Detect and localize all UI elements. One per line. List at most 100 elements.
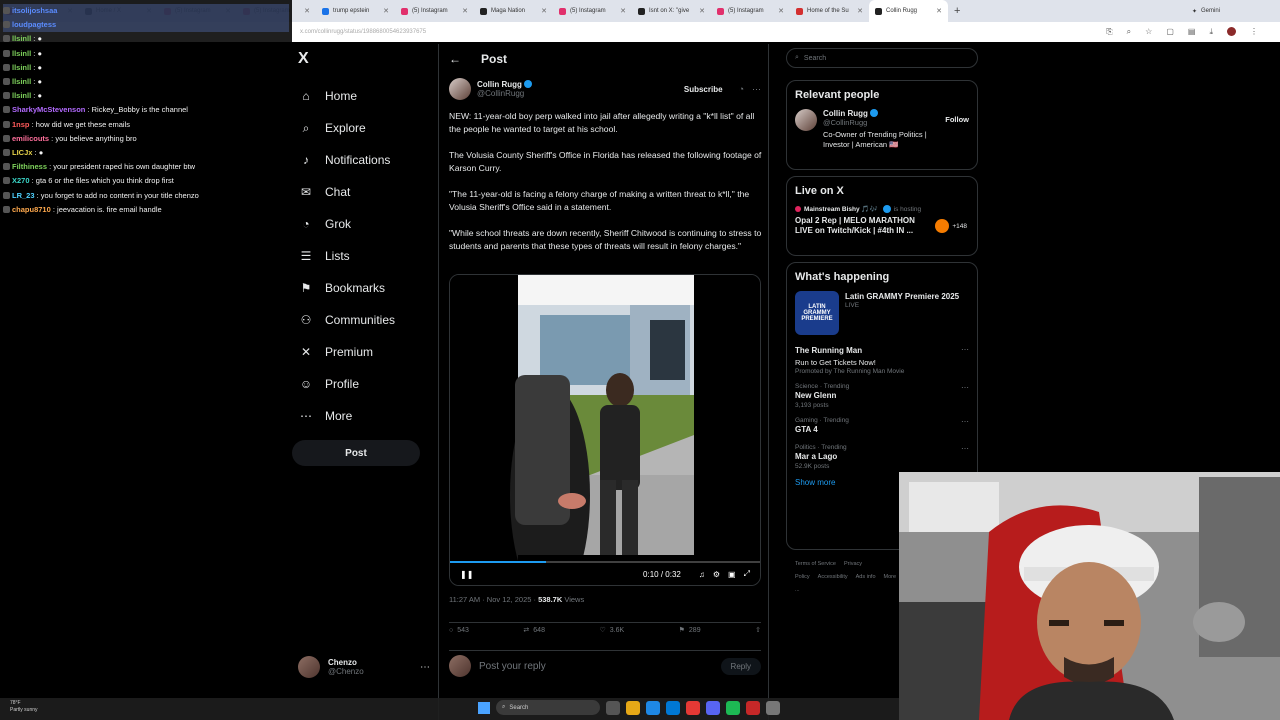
close-icon[interactable]: ✕ (699, 7, 705, 15)
close-icon[interactable]: ✕ (541, 7, 547, 15)
nav-item-lists[interactable]: ☰ Lists (298, 240, 395, 272)
post-timestamp[interactable]: 11:27 AM · Nov 12, 2025 · (449, 595, 538, 604)
chat-username[interactable]: llsinll (12, 49, 31, 58)
more-icon[interactable]: ⋯ (961, 345, 969, 354)
more-icon[interactable]: ⋯ (752, 84, 761, 95)
browser-tab[interactable]: (5) Instagram ✕ (711, 0, 790, 22)
reply-button[interactable]: Reply (720, 657, 761, 675)
grok-icon[interactable]: ◔ (739, 84, 744, 95)
close-icon[interactable]: ✕ (778, 7, 784, 15)
chat-username[interactable]: llsinll (12, 34, 31, 43)
chat-username[interactable]: itsolijoshsaa (12, 6, 57, 15)
extensions-icon[interactable]: ▢ (1166, 27, 1174, 37)
subscribe-button[interactable]: Subscribe (684, 85, 723, 94)
chat-username[interactable]: emilicouts (12, 134, 49, 143)
author-handle[interactable]: @CollinRugg (477, 89, 532, 98)
edge-icon[interactable] (666, 700, 680, 715)
nav-item-chat[interactable]: ✉ Chat (298, 176, 395, 208)
task-view-icon[interactable] (606, 700, 620, 715)
app-icon[interactable] (746, 700, 760, 715)
like-action[interactable]: ♡ 3.6K (599, 623, 624, 637)
trend-item[interactable]: Gaming · Trending GTA 4 ⋯ (795, 417, 969, 436)
more-icon[interactable]: ⋯ (420, 662, 430, 673)
browser-tab[interactable]: (5) Instagram ✕ (553, 0, 632, 22)
menu-icon[interactable]: ⋮ (1250, 27, 1258, 37)
close-icon[interactable]: ✕ (383, 7, 389, 15)
pause-icon[interactable]: ❚❚ (460, 570, 473, 579)
pip-icon[interactable]: ▣ (728, 570, 736, 579)
x-logo[interactable]: X (298, 50, 309, 68)
nav-item-explore[interactable]: ⌕ Explore (298, 112, 395, 144)
share-action[interactable]: ⇧ (755, 623, 761, 637)
relevant-handle[interactable]: @CollinRugg (823, 118, 939, 127)
footer-link[interactable]: Terms of Service (795, 561, 836, 567)
chat-username[interactable]: chapu8710 (12, 205, 51, 214)
chat-username[interactable]: Filthiness (12, 162, 47, 171)
footer-link[interactable]: Accessibility (818, 574, 848, 580)
nav-item-profile[interactable]: ☺ Profile (298, 368, 395, 400)
chat-username[interactable]: X270 (12, 176, 30, 185)
chat-username[interactable]: LICJx (12, 148, 32, 157)
browser-tab[interactable]: trump epstein ✕ (316, 0, 395, 22)
chat-username[interactable]: SharkyMcStevenson (12, 105, 85, 114)
close-icon[interactable]: ✕ (857, 7, 863, 15)
nav-item-communities[interactable]: ⚇ Communities (298, 304, 395, 336)
trend-item[interactable]: The Running Man Run to Get Tickets Now! Pr… (795, 345, 969, 375)
relevant-name[interactable]: Collin Rugg (823, 109, 939, 118)
install-icon[interactable]: ⎘ (1106, 27, 1112, 37)
nav-item-bookmarks[interactable]: ⚑ Bookmarks (298, 272, 395, 304)
fullscreen-icon[interactable]: ⤢ (744, 569, 750, 579)
browser-tab[interactable]: Home of the Su ✕ (790, 0, 869, 22)
settings-icon[interactable]: ⚙ (713, 570, 720, 579)
nav-item-premium[interactable]: ✕ Premium (298, 336, 395, 368)
chat-username[interactable]: LR_23 (12, 191, 35, 200)
back-icon[interactable]: ← (449, 52, 461, 66)
author-name[interactable]: Collin Rugg (477, 80, 532, 89)
browser-tab[interactable]: Maga Nation ✕ (474, 0, 553, 22)
post-button[interactable]: Post (292, 440, 420, 466)
nav-item-notifications[interactable]: ♪ Notifications (298, 144, 395, 176)
nav-item-home[interactable]: ⌂ Home (298, 80, 395, 112)
reply-action[interactable]: ○ 543 (449, 623, 469, 637)
taskbar-search[interactable]: ⌕ Search (496, 700, 600, 715)
weather-widget[interactable]: 78°F Partly sunny (10, 700, 38, 714)
chat-username[interactable]: loudpagtess (12, 20, 56, 29)
browser-tab[interactable]: Isnt on X: "give ✕ (632, 0, 711, 22)
new-tab-button[interactable]: + (948, 5, 966, 17)
author-avatar[interactable] (449, 78, 471, 100)
volume-icon[interactable]: ♫ (699, 570, 705, 579)
browser-tab[interactable]: (5) Instagram ✕ (395, 0, 474, 22)
close-icon[interactable]: ✕ (462, 7, 468, 15)
footer-link[interactable]: Ads info (856, 574, 876, 580)
profile-icon[interactable] (1227, 27, 1236, 36)
store-icon[interactable] (646, 700, 660, 715)
chat-username[interactable]: llsinll (12, 63, 31, 72)
zoom-icon[interactable]: ⌕ (1127, 27, 1131, 37)
discord-icon[interactable] (706, 700, 720, 715)
featured-trend[interactable]: LATIN GRAMMY PREMIERE Latin GRAMMY Premi… (795, 291, 969, 335)
account-switcher[interactable]: Chenzo @Chenzo ⋯ (298, 656, 430, 678)
avatar[interactable] (795, 109, 817, 131)
browser-tab[interactable]: Collin Rugg ✕ (869, 0, 948, 22)
windows-start-icon[interactable] (478, 701, 490, 714)
reply-input[interactable]: Post your reply (479, 661, 546, 672)
star-icon[interactable]: ☆ (1145, 27, 1152, 37)
app-icon[interactable] (766, 700, 780, 715)
live-host-line[interactable]: Mainstream Bishy 🎵🎶 is hosting (795, 205, 969, 213)
live-stream-title[interactable]: Opal 2 Rep | MELO MARATHON LIVE on Twitc… (795, 216, 925, 236)
chat-username[interactable]: llsinll (12, 91, 31, 100)
trend-item[interactable]: Politics · Trending Mar a Lago 52.9K posts… (795, 444, 969, 470)
nav-item-more[interactable]: ⋯ More (298, 400, 395, 432)
gemini-button[interactable]: ✦ Gemini (1192, 8, 1280, 15)
search-input[interactable]: ⌕ Search (786, 48, 978, 68)
video-player[interactable]: ❚❚ 0:10 / 0:32 ♫ ⚙ ▣ ⤢ (449, 274, 761, 586)
more-icon[interactable]: ⋯ (961, 417, 969, 426)
file-explorer-icon[interactable] (626, 700, 640, 715)
close-icon[interactable]: ✕ (936, 7, 942, 15)
spotify-icon[interactable] (726, 700, 740, 715)
chat-username[interactable]: 1nsp (12, 120, 30, 129)
sidebar-icon[interactable]: ▤ (1188, 27, 1196, 37)
url-text[interactable]: x.com/collinrugg/status/1988680054623937… (300, 29, 426, 35)
close-icon[interactable]: ✕ (620, 7, 626, 15)
download-icon[interactable]: ⤓ (1209, 27, 1213, 37)
